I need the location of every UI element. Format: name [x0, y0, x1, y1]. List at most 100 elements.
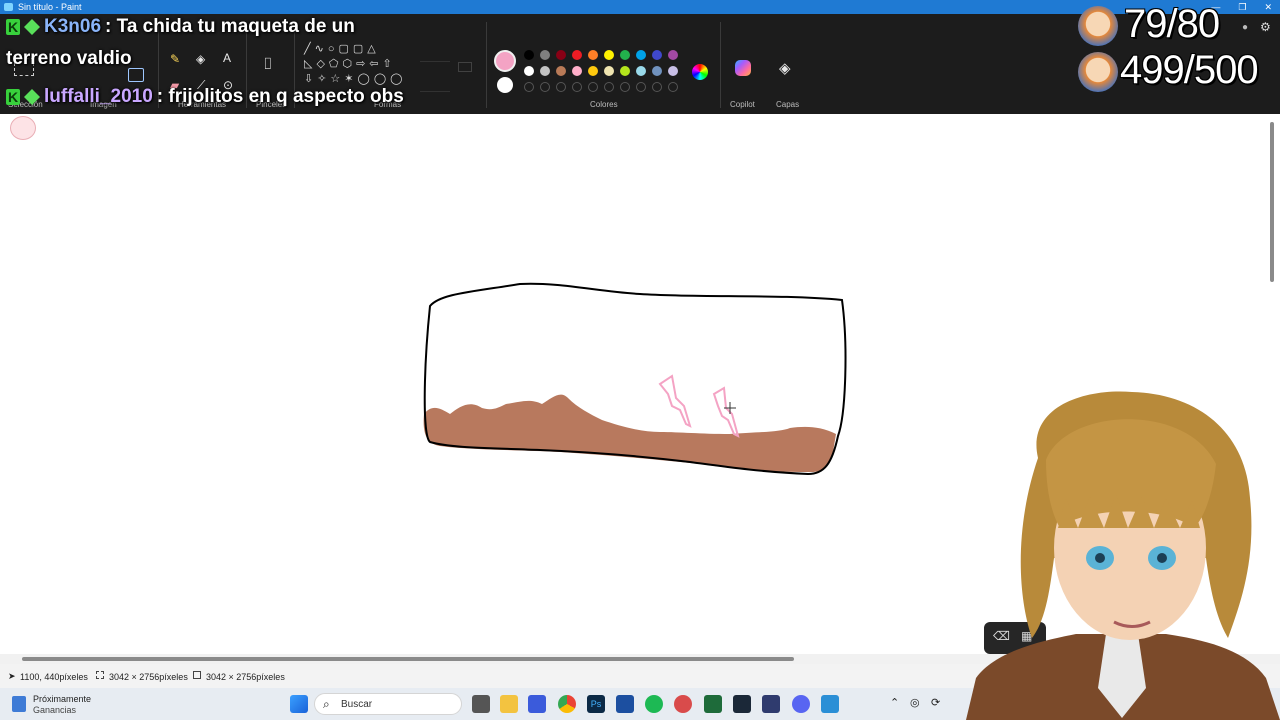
- secondary-color-swatch[interactable]: [497, 77, 513, 93]
- cursor-position: 1100, 440píxeles: [20, 672, 88, 682]
- tray-network-icon[interactable]: ◎: [910, 696, 920, 709]
- vtuber-avatar-image: [966, 391, 1280, 720]
- palette-color-swatch[interactable]: [524, 66, 534, 76]
- canvas-size: 3042 × 2756píxeles: [206, 672, 285, 682]
- shape-fill-icon[interactable]: [420, 80, 450, 92]
- palette-color-swatch[interactable]: [620, 50, 630, 60]
- shapes-gallery[interactable]: ╱∿○▢▢△ ◺◇⬠⬡⇨⇦⇧ ⇩✧☆✶◯◯◯: [304, 42, 412, 87]
- layers-icon[interactable]: ◈: [779, 59, 791, 77]
- selection-size-icon: [96, 671, 104, 679]
- obs-icon[interactable]: [674, 695, 692, 713]
- weather-title[interactable]: Próximamente: [33, 694, 91, 704]
- color-palette: [524, 50, 684, 100]
- custom-color-slot[interactable]: [540, 82, 550, 92]
- palette-color-swatch[interactable]: [540, 50, 550, 60]
- photoshop-icon[interactable]: Ps: [587, 695, 605, 713]
- lightning-drawing: [712, 386, 740, 438]
- discord-icon[interactable]: [792, 695, 810, 713]
- custom-color-slot[interactable]: [668, 82, 678, 92]
- custom-color-slot[interactable]: [572, 82, 582, 92]
- palette-color-swatch[interactable]: [604, 66, 614, 76]
- pencil-icon[interactable]: ✎: [170, 52, 180, 66]
- palette-color-swatch[interactable]: [636, 66, 646, 76]
- palette-color-swatch[interactable]: [572, 66, 582, 76]
- group-label-colors: Colores: [590, 100, 618, 109]
- chat-message-1: K K3n06 : Ta chida tu maqueta de un: [6, 16, 355, 38]
- xbox-icon[interactable]: [704, 695, 722, 713]
- custom-color-slot[interactable]: [588, 82, 598, 92]
- palette-color-swatch[interactable]: [652, 66, 662, 76]
- shape-outline-icon[interactable]: [420, 50, 450, 62]
- custom-color-slot[interactable]: [636, 82, 646, 92]
- dirt-layer: [423, 394, 836, 472]
- group-label-copilot: Copilot: [730, 100, 755, 109]
- gem-badge-icon: [24, 89, 40, 105]
- vegas-icon[interactable]: [616, 695, 634, 713]
- custom-color-slot[interactable]: [652, 82, 662, 92]
- chat-text-continued: terreno valdio: [6, 48, 132, 69]
- tray-sync-icon[interactable]: ⟳: [931, 696, 940, 709]
- palette-color-swatch[interactable]: [652, 50, 662, 60]
- chrome-icon[interactable]: [558, 695, 576, 713]
- custom-color-slot[interactable]: [604, 82, 614, 92]
- vtube-icon[interactable]: [762, 695, 780, 713]
- custom-color-slot[interactable]: [620, 82, 630, 92]
- widgets-icon[interactable]: [12, 696, 26, 712]
- palette-color-swatch[interactable]: [620, 66, 630, 76]
- palette-color-swatch[interactable]: [588, 50, 598, 60]
- canvas-size-icon: [193, 671, 201, 679]
- primary-color-swatch[interactable]: [494, 50, 516, 72]
- palette-color-swatch[interactable]: [540, 66, 550, 76]
- paint-taskbar-icon[interactable]: [821, 695, 839, 713]
- edit-colors-icon[interactable]: [692, 64, 708, 80]
- tray-chevron-icon[interactable]: ⌃: [890, 696, 899, 709]
- spotify-icon[interactable]: [645, 695, 663, 713]
- palette-color-swatch[interactable]: [668, 66, 678, 76]
- search-icon: ⌕: [323, 697, 330, 711]
- weather-subtitle: Ganancias: [33, 705, 77, 715]
- palette-color-swatch[interactable]: [572, 50, 582, 60]
- store-icon[interactable]: [528, 695, 546, 713]
- maximize-button[interactable]: ❐: [1238, 0, 1246, 14]
- dot-icon: ●: [1242, 22, 1249, 33]
- brush-icon[interactable]: ⌷: [263, 56, 273, 74]
- chat-text: : frijolitos en q aspecto obs: [156, 86, 404, 107]
- close-button[interactable]: ✕: [1264, 0, 1272, 14]
- chat-username: luffalli_2010: [44, 86, 153, 107]
- task-view-icon[interactable]: [472, 695, 490, 713]
- divider: [486, 22, 487, 108]
- custom-color-slot[interactable]: [556, 82, 566, 92]
- fill-bucket-icon[interactable]: ◈: [196, 52, 205, 66]
- palette-color-swatch[interactable]: [604, 50, 614, 60]
- palette-color-swatch[interactable]: [588, 66, 598, 76]
- search-box[interactable]: ⌕ Buscar: [314, 693, 462, 715]
- chat-text: : Ta chida tu maqueta de un: [105, 16, 355, 37]
- copilot-icon[interactable]: [735, 60, 751, 76]
- palette-color-swatch[interactable]: [556, 50, 566, 60]
- kick-badge-icon: K: [6, 19, 20, 35]
- gem-badge-icon: [24, 19, 40, 35]
- paint-app-icon: [4, 3, 13, 11]
- counter-primary: 79/80: [1124, 2, 1220, 46]
- palette-color-swatch[interactable]: [668, 50, 678, 60]
- divider: [720, 22, 721, 108]
- line-size-icon[interactable]: [458, 62, 472, 72]
- steam-icon[interactable]: [733, 695, 751, 713]
- window-title: Sin título - Paint: [18, 2, 82, 12]
- kick-badge-icon: K: [6, 89, 20, 105]
- palette-color-swatch[interactable]: [636, 50, 646, 60]
- image-resize-icon[interactable]: [128, 68, 144, 82]
- cursor-arrow-icon: ➤: [8, 671, 16, 681]
- scroll-thumb[interactable]: [1270, 122, 1274, 282]
- text-tool-icon[interactable]: A: [223, 51, 231, 65]
- group-label-layers: Capas: [776, 100, 800, 109]
- file-explorer-icon[interactable]: [500, 695, 518, 713]
- search-placeholder: Buscar: [341, 699, 373, 710]
- windows-start-icon[interactable]: [290, 695, 308, 713]
- scroll-thumb[interactable]: [22, 657, 794, 661]
- custom-color-slot[interactable]: [524, 82, 534, 92]
- settings-gear-icon[interactable]: ⚙: [1260, 20, 1271, 34]
- chat-username: K3n06: [44, 16, 102, 37]
- palette-color-swatch[interactable]: [524, 50, 534, 60]
- palette-color-swatch[interactable]: [556, 66, 566, 76]
